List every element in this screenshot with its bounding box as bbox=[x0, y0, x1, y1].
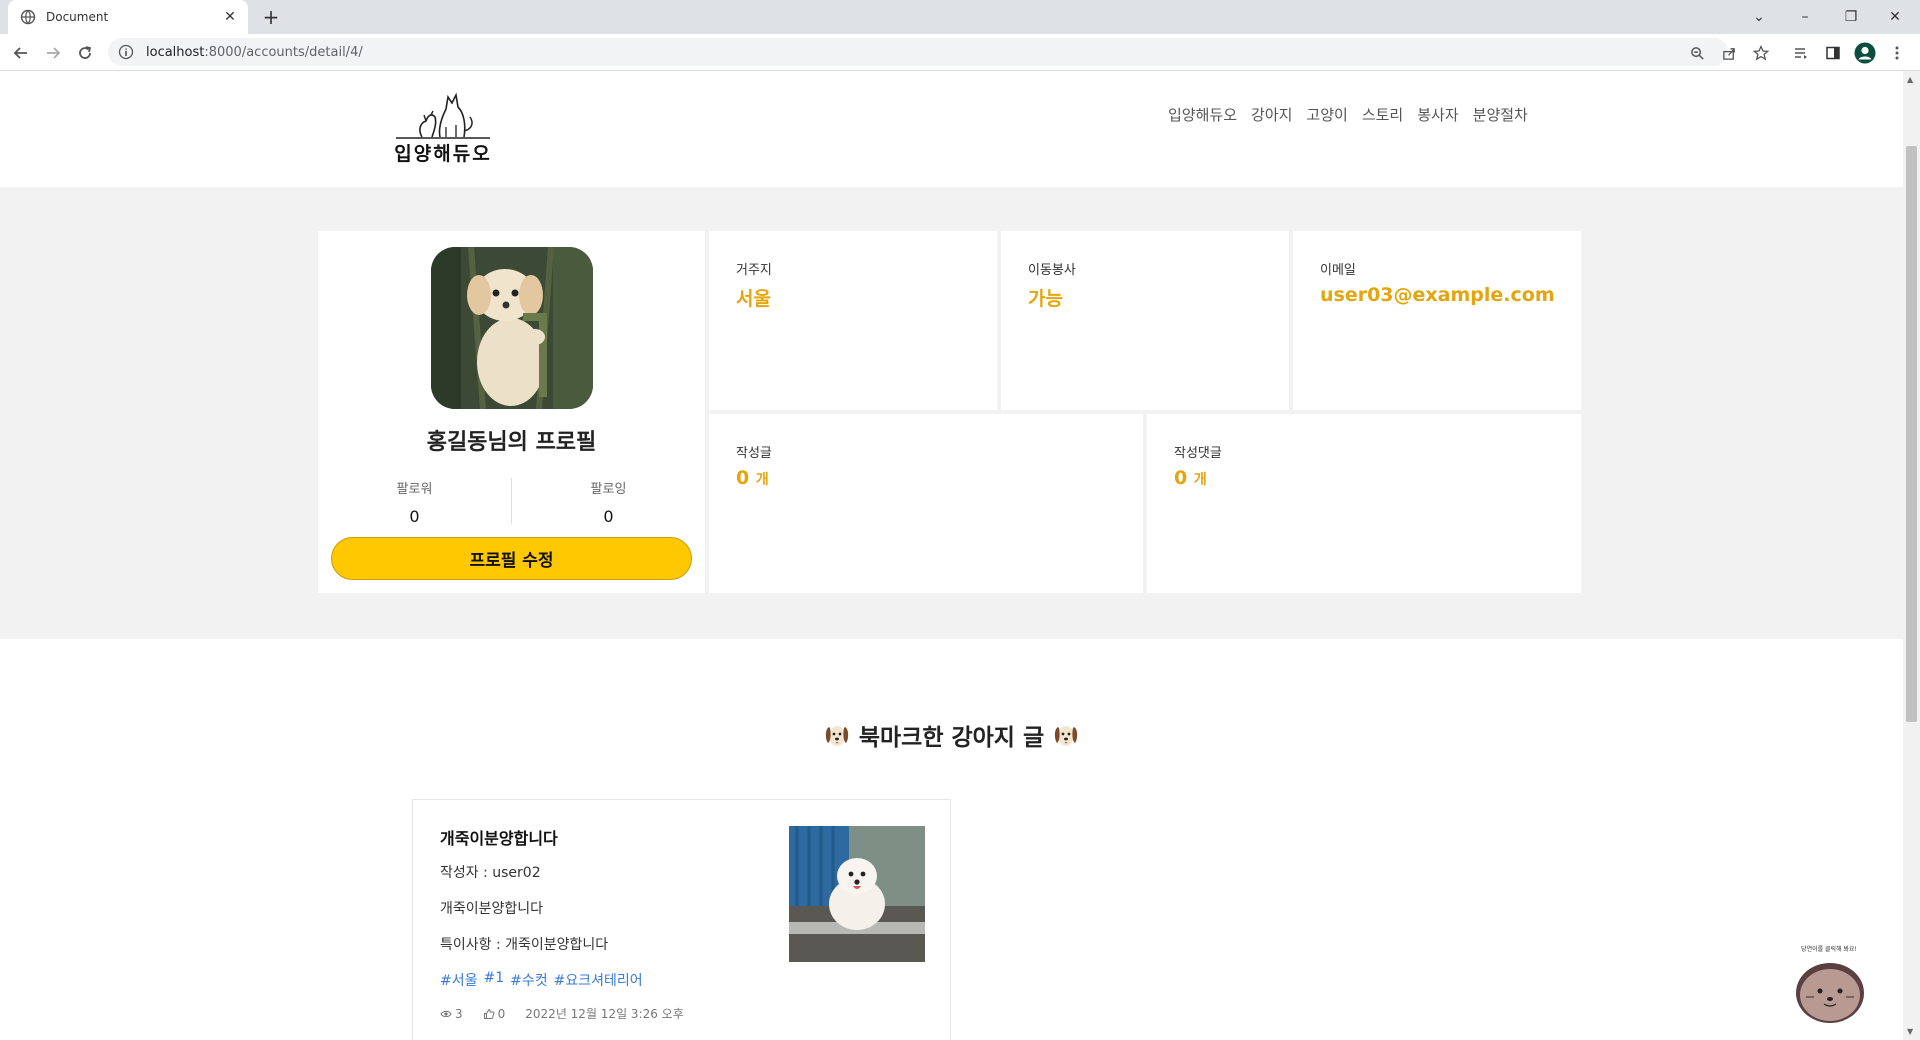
posts-count: 0 bbox=[736, 467, 750, 489]
posts-label: 작성글 bbox=[736, 446, 772, 461]
tab-search-icon[interactable]: ⌄ bbox=[1736, 0, 1782, 34]
post-title[interactable]: 개죽이분양합니다 bbox=[440, 825, 558, 849]
reading-list-icon[interactable] bbox=[1788, 40, 1814, 66]
back-icon[interactable] bbox=[8, 40, 34, 66]
post-body: 개죽이분양합니다 bbox=[440, 901, 544, 917]
bookmarks-heading: 북마크한 강아지 글 bbox=[0, 718, 1903, 752]
email-label: 이메일 bbox=[1320, 263, 1356, 278]
edit-profile-button[interactable]: 프로필 수정 bbox=[331, 537, 692, 580]
address-bar[interactable]: localhost:8000/accounts/detail/4/ bbox=[108, 38, 1728, 66]
following-count: 0 bbox=[603, 507, 614, 526]
tab-title: Document bbox=[46, 10, 109, 24]
following-label: 팔로잉 bbox=[590, 482, 627, 497]
likes-stat[interactable]: 0 bbox=[483, 1006, 506, 1021]
residence-value: 서울 bbox=[736, 288, 771, 310]
star-icon[interactable] bbox=[1748, 40, 1774, 66]
posts-card: 작성글 0 개 bbox=[709, 414, 1143, 593]
comments-card: 작성댓글 0 개 bbox=[1147, 414, 1581, 593]
window-close-icon[interactable]: ✕ bbox=[1872, 0, 1918, 34]
post-meta: 3 0 2022년 12월 12일 3:26 오후 bbox=[440, 1005, 684, 1022]
followers-count: 0 bbox=[409, 507, 420, 526]
minimize-icon[interactable]: – bbox=[1782, 0, 1828, 34]
views-stat: 3 bbox=[440, 1007, 463, 1021]
dog-emoji-icon bbox=[825, 726, 848, 746]
residence-card: 거주지 서울 bbox=[709, 231, 997, 410]
followers-label: 팔로워 bbox=[396, 482, 433, 497]
likes-count: 0 bbox=[497, 1006, 506, 1021]
transport-value: 가능 bbox=[1028, 288, 1063, 310]
forward-icon[interactable] bbox=[40, 40, 66, 66]
avatar bbox=[431, 247, 593, 409]
menu-icon[interactable] bbox=[1884, 40, 1910, 66]
profile-title: 홍길동님의 프로필 bbox=[426, 430, 597, 455]
tag-link[interactable]: #요크셔테리어 bbox=[554, 970, 643, 990]
transport-label: 이동봉사 bbox=[1028, 263, 1076, 278]
site-header: 입양해듀오 입양해듀오 강아지 고양이 스토리 봉사자 분양절차 bbox=[0, 71, 1903, 187]
post-author: 작성자 : user02 bbox=[440, 865, 541, 881]
views-count: 3 bbox=[455, 1006, 463, 1021]
page-content: 입양해듀오 입양해듀오 강아지 고양이 스토리 봉사자 분양절차 홍길동님의 프… bbox=[0, 71, 1903, 1040]
tag-link[interactable]: #1 bbox=[484, 970, 505, 990]
nav-item-home[interactable]: 입양해듀오 bbox=[1168, 104, 1237, 125]
url-text: localhost:8000/accounts/detail/4/ bbox=[146, 45, 363, 60]
nav-item-cats[interactable]: 고양이 bbox=[1306, 104, 1347, 125]
nav-item-stories[interactable]: 스토리 bbox=[1362, 104, 1403, 125]
post-date: 2022년 12월 12일 3:26 오후 bbox=[525, 1007, 684, 1021]
profile-icon[interactable] bbox=[1852, 40, 1878, 66]
url-path: :8000/accounts/detail/4/ bbox=[204, 44, 363, 60]
chat-widget[interactable]: 당연이를 클릭해 봐요! bbox=[1784, 939, 1874, 1029]
nav-item-dogs[interactable]: 강아지 bbox=[1251, 104, 1292, 125]
url-host: localhost bbox=[146, 44, 205, 60]
browser-tab-strip: Document ✕ + ⌄ – ❐ ✕ bbox=[0, 0, 1920, 34]
chat-widget-label: 당연이를 클릭해 봐요! bbox=[1801, 945, 1857, 953]
comments-unit: 개 bbox=[1193, 472, 1207, 488]
reload-icon[interactable] bbox=[72, 40, 98, 66]
thumbs-up-icon bbox=[483, 1008, 495, 1019]
posts-unit: 개 bbox=[755, 472, 769, 488]
transport-volunteer-card: 이동봉사 가능 bbox=[1001, 231, 1289, 410]
post-tags: #서울 #1 #수컷 #요크셔테리어 bbox=[440, 970, 643, 990]
plus-icon[interactable]: + bbox=[258, 4, 284, 30]
logo-text[interactable]: 입양해듀오 bbox=[388, 139, 498, 166]
close-icon[interactable]: ✕ bbox=[222, 9, 238, 25]
post-note: 특이사항 : 개죽이분양합니다 bbox=[440, 937, 609, 953]
residence-label: 거주지 bbox=[736, 263, 772, 278]
restore-icon[interactable]: ❐ bbox=[1828, 0, 1874, 34]
profile-card: 홍길동님의 프로필 팔로워 0 팔로잉 0 프로필 수정 bbox=[318, 231, 705, 593]
dog-emoji-icon bbox=[1055, 726, 1078, 746]
comments-label: 작성댓글 bbox=[1174, 446, 1222, 461]
email-value: user03@example.com bbox=[1320, 284, 1555, 306]
side-panel-icon[interactable] bbox=[1820, 40, 1846, 66]
zoom-icon[interactable] bbox=[1684, 40, 1710, 66]
tag-link[interactable]: #서울 bbox=[440, 970, 478, 990]
browser-tab[interactable]: Document ✕ bbox=[8, 0, 248, 34]
main-nav: 입양해듀오 강아지 고양이 스토리 봉사자 분양절차 bbox=[1168, 104, 1528, 125]
comments-value: 0 개 bbox=[1174, 467, 1581, 489]
following-stat[interactable]: 팔로잉 0 bbox=[512, 478, 705, 526]
scroll-down-icon[interactable]: ▼ bbox=[1907, 1027, 1913, 1036]
followers-stat[interactable]: 팔로워 0 bbox=[318, 478, 511, 526]
nav-item-adoption-process[interactable]: 분양절차 bbox=[1473, 104, 1528, 125]
email-card: 이메일 user03@example.com bbox=[1293, 231, 1581, 410]
posts-value: 0 개 bbox=[736, 467, 1143, 489]
bookmark-post-card[interactable]: 개죽이분양합니다 작성자 : user02 개죽이분양합니다 특이사항 : 개죽… bbox=[412, 799, 951, 1040]
comments-count: 0 bbox=[1174, 467, 1188, 489]
share-icon[interactable] bbox=[1716, 40, 1742, 66]
info-icon[interactable] bbox=[118, 44, 134, 60]
tag-link[interactable]: #수컷 bbox=[510, 970, 548, 990]
post-thumbnail[interactable] bbox=[789, 826, 925, 962]
nav-item-volunteers[interactable]: 봉사자 bbox=[1417, 104, 1458, 125]
eye-icon bbox=[440, 1010, 452, 1017]
scrollbar-thumb[interactable] bbox=[1906, 146, 1917, 722]
scroll-up-icon[interactable]: ▲ bbox=[1907, 75, 1913, 84]
bookmarks-title: 북마크한 강아지 글 bbox=[858, 725, 1045, 751]
globe-icon bbox=[20, 9, 36, 25]
browser-toolbar: localhost:8000/accounts/detail/4/ bbox=[0, 34, 1920, 71]
page-scrollbar[interactable]: ▲ ▼ bbox=[1903, 71, 1920, 1040]
